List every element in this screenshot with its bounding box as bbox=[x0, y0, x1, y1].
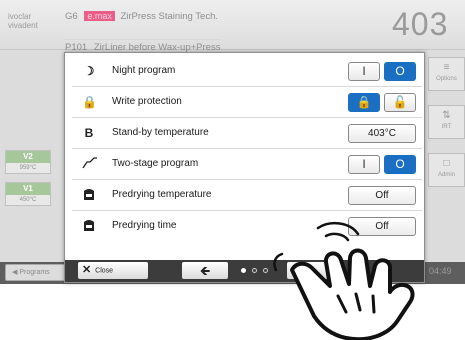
admin-label: Admin bbox=[437, 172, 455, 178]
setting-label: Write protection bbox=[112, 96, 182, 107]
setting-row-write-protection: 🔒 Write protection 🔒 🔓 bbox=[72, 87, 422, 118]
settings-list: ☽ Night program I O 🔒 Write protection 🔒… bbox=[72, 56, 422, 242]
settings-dialog: ☽ Night program I O 🔒 Write protection 🔒… bbox=[64, 52, 425, 283]
options-icon: ≡ bbox=[443, 62, 450, 73]
v2-label: V2 bbox=[6, 151, 50, 163]
lock-button[interactable]: 🔒 bbox=[348, 93, 380, 112]
page-indicator bbox=[239, 265, 277, 277]
predrying-time-value[interactable]: Off bbox=[348, 217, 416, 236]
two-stage-curve-icon bbox=[82, 157, 97, 171]
v1-stage-badge: V1 450°C bbox=[5, 182, 51, 206]
material-badge: e.max bbox=[84, 11, 115, 21]
on-glyph: I bbox=[362, 157, 366, 171]
lock-icon: 🔒 bbox=[82, 95, 97, 109]
ivoclar-logo: ivoclar vivadent bbox=[8, 12, 38, 30]
setting-label: Night program bbox=[112, 65, 176, 76]
predry-time-icon bbox=[82, 219, 96, 233]
locked-icon: 🔒 bbox=[356, 95, 372, 109]
close-icon: ✕ bbox=[82, 264, 92, 276]
unlock-button[interactable]: 🔓 bbox=[384, 93, 416, 112]
setting-row-predrying-time: Predrying time Off bbox=[72, 211, 422, 242]
setting-row-night-program: ☽ Night program I O bbox=[72, 56, 422, 87]
off-glyph: O bbox=[395, 157, 405, 171]
arrow-left-icon: 🡸 bbox=[199, 263, 211, 278]
page-dot-2 bbox=[252, 268, 257, 273]
page-dot-3 bbox=[263, 268, 268, 273]
irt-label: IRT bbox=[441, 124, 452, 130]
page-dot-1 bbox=[241, 268, 246, 273]
previous-page-button[interactable]: 🡸 bbox=[182, 262, 228, 279]
device-name: G6 bbox=[65, 11, 78, 22]
irt-button[interactable]: ⇅ IRT bbox=[428, 105, 465, 139]
v2-stage-badge: V2 959°C bbox=[5, 150, 51, 174]
setting-label: Predrying temperature bbox=[112, 189, 212, 200]
irt-icon: ⇅ bbox=[442, 110, 451, 121]
unlocked-icon: 🔓 bbox=[392, 95, 408, 109]
header-bar: ivoclar vivadent G6 e.max ZirPress Stain… bbox=[0, 0, 465, 71]
toggle-on-button[interactable]: I bbox=[348, 62, 380, 81]
predrying-temperature-value[interactable]: Off bbox=[348, 186, 416, 205]
admin-button[interactable]: □ Admin bbox=[428, 153, 465, 187]
options-button[interactable]: ≡ Options bbox=[428, 57, 465, 91]
close-label: Close bbox=[95, 267, 114, 275]
device-screen: ivoclar vivadent G6 e.max ZirPress Stain… bbox=[0, 0, 465, 340]
programs-button[interactable]: ◀ Programs bbox=[5, 264, 67, 281]
setting-row-standby-temperature: B Stand-by temperature 403°C bbox=[72, 118, 422, 149]
standby-temperature-value[interactable]: 403°C bbox=[348, 124, 416, 143]
setting-label: Two-stage program bbox=[112, 158, 199, 169]
setting-row-predrying-temperature: Predrying temperature Off bbox=[72, 180, 422, 211]
standby-icon: B bbox=[84, 126, 94, 140]
dialog-footer: ✕ Close 🡸 bbox=[65, 260, 424, 282]
v2-temp: 959°C bbox=[19, 165, 37, 171]
current-temperature: 403 bbox=[392, 6, 449, 42]
moon-icon: ☽ bbox=[83, 64, 95, 78]
setting-row-two-stage-program: Two-stage program I O bbox=[72, 149, 422, 180]
off-glyph: O bbox=[395, 64, 405, 78]
predry-icon bbox=[82, 188, 96, 202]
clock-time: 04:49 bbox=[429, 266, 452, 276]
toggle-off-button[interactable]: O bbox=[384, 155, 416, 174]
logo-line-1: ivoclar bbox=[8, 12, 32, 21]
toggle-off-button[interactable]: O bbox=[384, 62, 416, 81]
options-label: Options bbox=[436, 76, 457, 82]
program-name: ZirPress Staining Tech. bbox=[120, 11, 218, 22]
setting-label: Stand-by temperature bbox=[112, 127, 209, 138]
v1-label: V1 bbox=[6, 183, 50, 195]
toggle-on-button[interactable]: I bbox=[348, 155, 380, 174]
v1-temp: 450°C bbox=[19, 197, 37, 203]
left-panel: V2 959°C V1 450°C bbox=[0, 52, 58, 262]
admin-icon: □ bbox=[443, 158, 450, 169]
right-panel: ≡ Options ⇅ IRT □ Admin bbox=[422, 55, 465, 265]
next-page-button[interactable] bbox=[287, 262, 333, 279]
setting-label: Predrying time bbox=[112, 220, 177, 231]
close-button[interactable]: ✕ Close bbox=[78, 262, 148, 279]
back-arrow-icon: ◀ bbox=[12, 269, 18, 276]
programs-label: Programs bbox=[19, 269, 50, 276]
on-glyph: I bbox=[362, 64, 366, 78]
logo-line-2: vivadent bbox=[8, 21, 38, 30]
